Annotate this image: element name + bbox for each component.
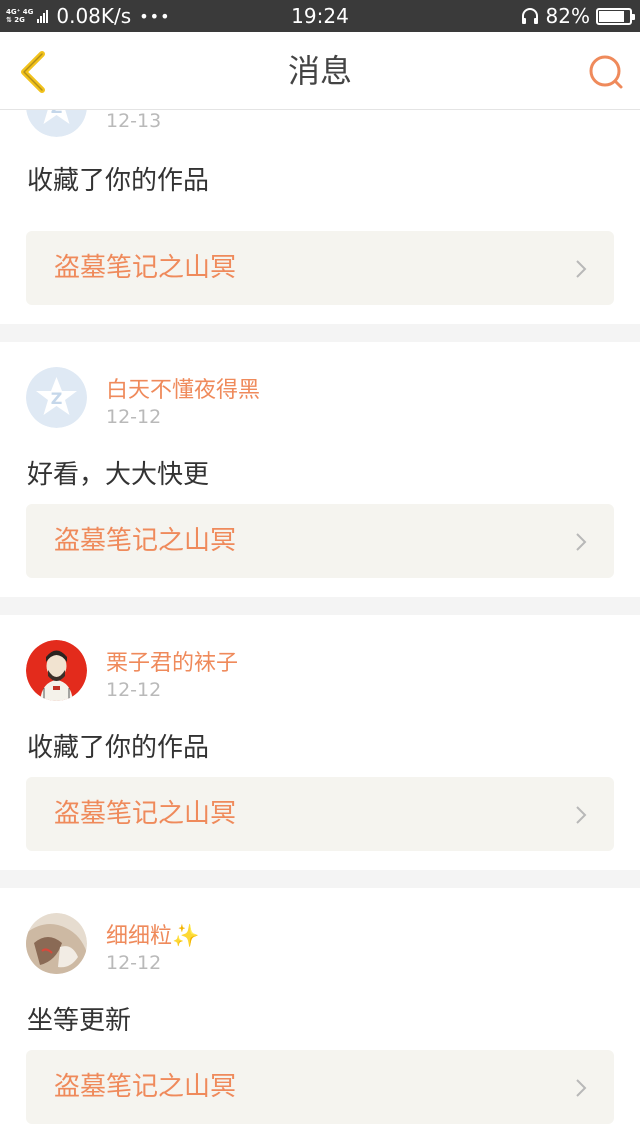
username[interactable]: 栗子君的袜子: [106, 645, 238, 677]
chevron-right-icon: [576, 1079, 587, 1097]
user-avatar[interactable]: Z: [26, 367, 87, 428]
headphones-icon: [521, 8, 538, 24]
message-text: 坐等更新: [27, 1006, 132, 1036]
qzone-star-avatar-icon: Z: [26, 110, 87, 137]
message-text: 好看，大大快更: [27, 460, 210, 490]
svg-text:Z: Z: [51, 110, 63, 117]
message-text: 收藏了你的作品: [27, 733, 210, 763]
message-card: 细细粒✨ 12-12 坐等更新 盗墓笔记之山冥: [0, 888, 640, 1138]
status-right: 82%: [520, 0, 635, 32]
search-icon: [589, 55, 623, 89]
qzone-star-avatar-icon: Z: [26, 367, 87, 428]
message-list[interactable]: Z 喵的 12-13 收藏了你的作品 盗墓笔记之山冥 Z 白天不懂夜得黑 12-…: [0, 110, 640, 1138]
work-link[interactable]: 盗墓笔记之山冥: [26, 1050, 614, 1124]
user-avatar[interactable]: [26, 913, 87, 974]
battery-percent: 82%: [545, 4, 590, 28]
message-date: 12-12: [106, 406, 162, 428]
battery-fill: [599, 10, 624, 22]
work-title: 盗墓笔记之山冥: [54, 1072, 237, 1102]
username[interactable]: 白天不懂夜得黑: [106, 372, 260, 404]
status-bar: 4G⁺ 4G ⇅ 2G 0.08K/s ••• 19:24 82%: [0, 0, 640, 32]
work-title: 盗墓笔记之山冥: [54, 799, 237, 829]
work-link[interactable]: 盗墓笔记之山冥: [26, 504, 614, 578]
user-avatar[interactable]: [26, 640, 87, 701]
search-button[interactable]: [586, 52, 626, 92]
work-title: 盗墓笔记之山冥: [54, 526, 237, 556]
photo-avatar-icon: [26, 913, 87, 974]
header-bar: 消息: [0, 32, 640, 110]
work-link[interactable]: 盗墓笔记之山冥: [26, 231, 614, 305]
chevron-right-icon: [576, 260, 587, 278]
page-title: 消息: [287, 52, 352, 90]
chevron-right-icon: [576, 533, 587, 551]
message-text: 收藏了你的作品: [27, 166, 210, 196]
message-date: 12-12: [106, 679, 162, 701]
message-card: Z 白天不懂夜得黑 12-12 好看，大大快更 盗墓笔记之山冥: [0, 342, 640, 597]
message-card: 栗子君的袜子 12-12 收藏了你的作品 盗墓笔记之山冥: [0, 615, 640, 870]
user-avatar[interactable]: Z: [26, 110, 87, 137]
battery-icon: [596, 7, 635, 25]
message-card: Z 喵的 12-13 收藏了你的作品 盗墓笔记之山冥: [0, 110, 640, 324]
svg-text:Z: Z: [51, 389, 63, 408]
message-date: 12-12: [106, 952, 162, 974]
work-title: 盗墓笔记之山冥: [54, 253, 237, 283]
message-date: 12-13: [106, 110, 162, 132]
illustrated-character-avatar-icon: [26, 640, 87, 701]
work-link[interactable]: 盗墓笔记之山冥: [26, 777, 614, 851]
chevron-right-icon: [576, 806, 587, 824]
username[interactable]: 细细粒✨: [106, 918, 199, 950]
